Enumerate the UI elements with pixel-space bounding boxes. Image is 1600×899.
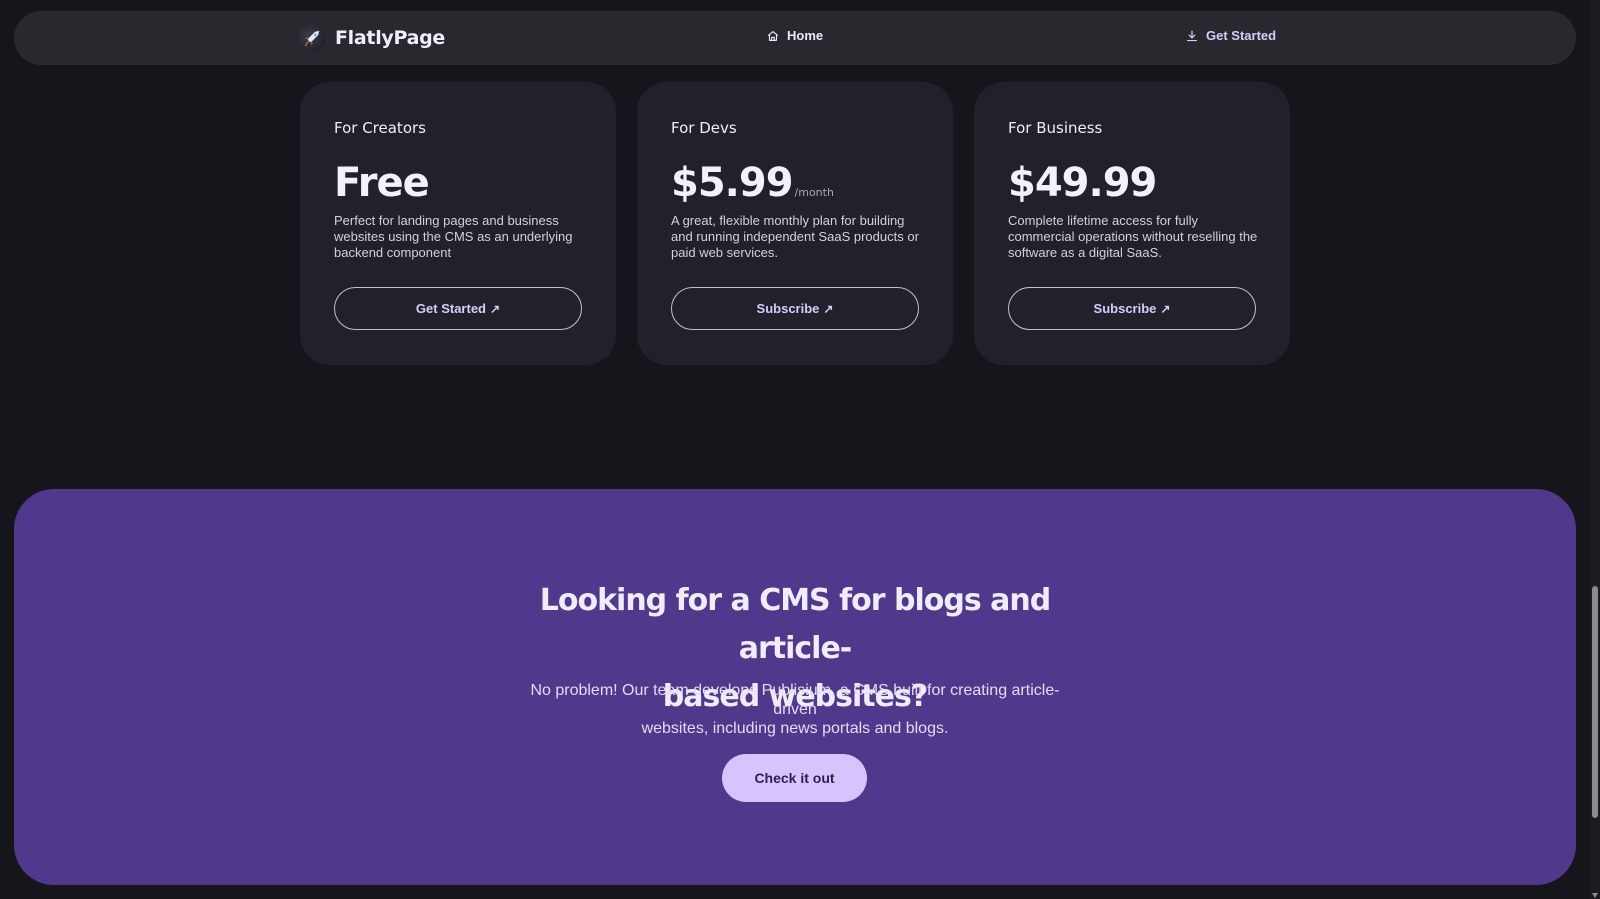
- nav-home-label: Home: [787, 28, 824, 43]
- brand-link[interactable]: FlatlyPage: [298, 24, 445, 52]
- nav-home-link[interactable]: Home: [766, 28, 823, 43]
- arrow-up-right-icon: ↗: [1160, 301, 1171, 316]
- arrow-up-right-icon: ↗: [490, 301, 501, 316]
- nav-get-started-link[interactable]: Get Started: [1185, 28, 1276, 43]
- tier-description: A great, flexible monthly plan for build…: [671, 213, 919, 260]
- cta-description: No problem! Our team develops Publisium,…: [515, 681, 1075, 738]
- page: FlatlyPage Home Get Started For Creators…: [0, 0, 1600, 899]
- arrow-up-right-icon: ↗: [823, 301, 834, 316]
- scrollbar-thumb[interactable]: [1592, 586, 1598, 818]
- nav-get-started-label: Get Started: [1206, 28, 1277, 43]
- pricing-card-devs: For Devs $5.99 /month A great, flexible …: [637, 82, 953, 365]
- price: $5.99: [671, 160, 794, 206]
- cta-text-line-2: websites, including news portals and blo…: [641, 720, 949, 737]
- scroll-down-arrow-icon[interactable]: [1592, 893, 1598, 898]
- check-it-out-button[interactable]: Check it out: [722, 754, 867, 802]
- tier-description: Complete lifetime access for fully comme…: [1008, 213, 1258, 260]
- pricing-card-business: For Business $49.99 Complete lifetime ac…: [974, 82, 1290, 365]
- price-row: $49.99: [1008, 160, 1158, 206]
- tier-description: Perfect for landing pages and business w…: [334, 213, 573, 260]
- subscribe-business-button[interactable]: Subscribe ↗: [1008, 287, 1256, 330]
- brand-name: FlatlyPage: [335, 27, 446, 49]
- download-icon: [1187, 30, 1197, 41]
- price-row: Free: [334, 160, 431, 206]
- cta-text-line-1: No problem! Our team develops Publisium,…: [530, 682, 1060, 718]
- price: $49.99: [1008, 160, 1157, 206]
- pricing-card-creators: For Creators Free Perfect for landing pa…: [300, 82, 616, 365]
- rocket-logo-icon: [298, 24, 326, 52]
- home-icon: [767, 30, 779, 41]
- price-period: /month: [794, 186, 834, 199]
- tier-name: For Business: [1008, 119, 1103, 137]
- tier-name: For Devs: [671, 119, 737, 137]
- cta-heading-line-1: Looking for a CMS for blogs and article-: [539, 583, 1051, 666]
- tier-name: For Creators: [334, 119, 426, 137]
- subscribe-devs-button[interactable]: Subscribe ↗: [671, 287, 919, 330]
- publisium-cta-section: Looking for a CMS for blogs and article-…: [14, 489, 1576, 885]
- top-navbar: FlatlyPage Home Get Started: [14, 11, 1576, 65]
- page-scrollbar[interactable]: [1590, 0, 1600, 899]
- button-label: Subscribe: [1093, 301, 1157, 316]
- button-label: Get Started: [415, 301, 486, 316]
- button-label: Subscribe: [756, 301, 820, 316]
- price: Free: [334, 160, 430, 206]
- price-row: $5.99 /month: [671, 160, 834, 206]
- get-started-button[interactable]: Get Started ↗: [334, 287, 582, 330]
